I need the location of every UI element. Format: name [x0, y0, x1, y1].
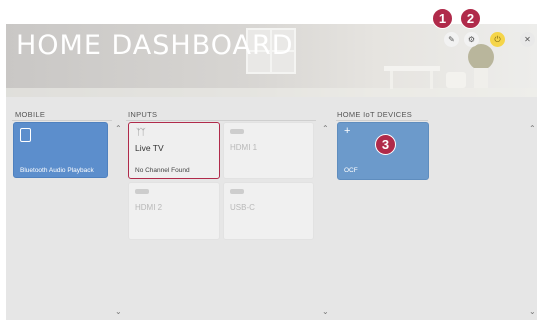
power-icon: ⏻ — [494, 35, 501, 44]
callout-badge-3: 3 — [375, 134, 396, 155]
floor-illustration — [6, 88, 537, 97]
usb-icon — [230, 189, 244, 194]
tile-bluetooth-audio[interactable]: Bluetooth Audio Playback — [13, 122, 108, 178]
power-button[interactable]: ⏻ — [490, 32, 505, 47]
divider — [12, 120, 112, 121]
tile-label: USB-C — [230, 203, 255, 212]
scroll-down-icon[interactable]: ⌄ — [322, 307, 329, 316]
scroll-down-icon[interactable]: ⌄ — [529, 307, 536, 316]
divider — [336, 120, 428, 121]
pot-illustration — [474, 68, 488, 88]
tile-usb-c[interactable]: USB-C — [223, 182, 314, 240]
scroll-up-icon[interactable]: ⌃ — [322, 124, 329, 133]
tile-label: Bluetooth Audio Playback — [20, 167, 94, 174]
gear-icon: ⚙ — [467, 35, 476, 44]
close-icon: ✕ — [524, 35, 531, 44]
settings-button[interactable]: ⚙ — [464, 32, 479, 47]
tile-label: OCF — [344, 167, 358, 174]
tile-live-tv[interactable]: ᛉᛉ Live TV No Channel Found — [128, 122, 220, 179]
plus-icon: + — [344, 125, 351, 137]
tile-hdmi-1[interactable]: HDMI 1 — [223, 122, 314, 179]
scroll-down-icon[interactable]: ⌄ — [115, 307, 122, 316]
tile-label: HDMI 1 — [230, 143, 258, 152]
stool-illustration — [446, 72, 466, 88]
scroll-up-icon[interactable]: ⌃ — [115, 124, 122, 133]
tile-status: No Channel Found — [135, 167, 190, 174]
tile-hdmi-2[interactable]: HDMI 2 — [128, 182, 220, 240]
callout-badge-1: 1 — [432, 8, 453, 29]
tile-label: Live TV — [135, 143, 164, 153]
scroll-up-icon[interactable]: ⌃ — [529, 124, 536, 133]
antenna-icon: ᛉᛉ — [136, 127, 146, 137]
hdmi-icon — [230, 129, 244, 134]
header-banner: HOME DASHBOARD ✎ ⚙ ⏻ ✕ — [6, 24, 537, 97]
close-button[interactable]: ✕ — [520, 32, 535, 47]
page-title: HOME DASHBOARD — [16, 30, 294, 61]
phone-speaker-icon — [20, 128, 31, 142]
table-leg-illustration — [430, 71, 433, 89]
plant-illustration — [468, 44, 494, 70]
divider — [126, 120, 316, 121]
section-label-mobile: MOBILE — [15, 110, 46, 119]
section-label-inputs: INPUTS — [128, 110, 158, 119]
tile-label: HDMI 2 — [135, 203, 163, 212]
section-label-iot: HOME IoT DEVICES — [337, 110, 413, 119]
table-leg-illustration — [390, 71, 393, 89]
edit-button[interactable]: ✎ — [444, 32, 459, 47]
hdmi-icon — [135, 189, 149, 194]
pencil-icon: ✎ — [448, 35, 455, 44]
dashboard-window: HOME DASHBOARD ✎ ⚙ ⏻ ✕ MOBILE INPUTS HOM… — [6, 24, 537, 320]
callout-badge-2: 2 — [460, 8, 481, 29]
